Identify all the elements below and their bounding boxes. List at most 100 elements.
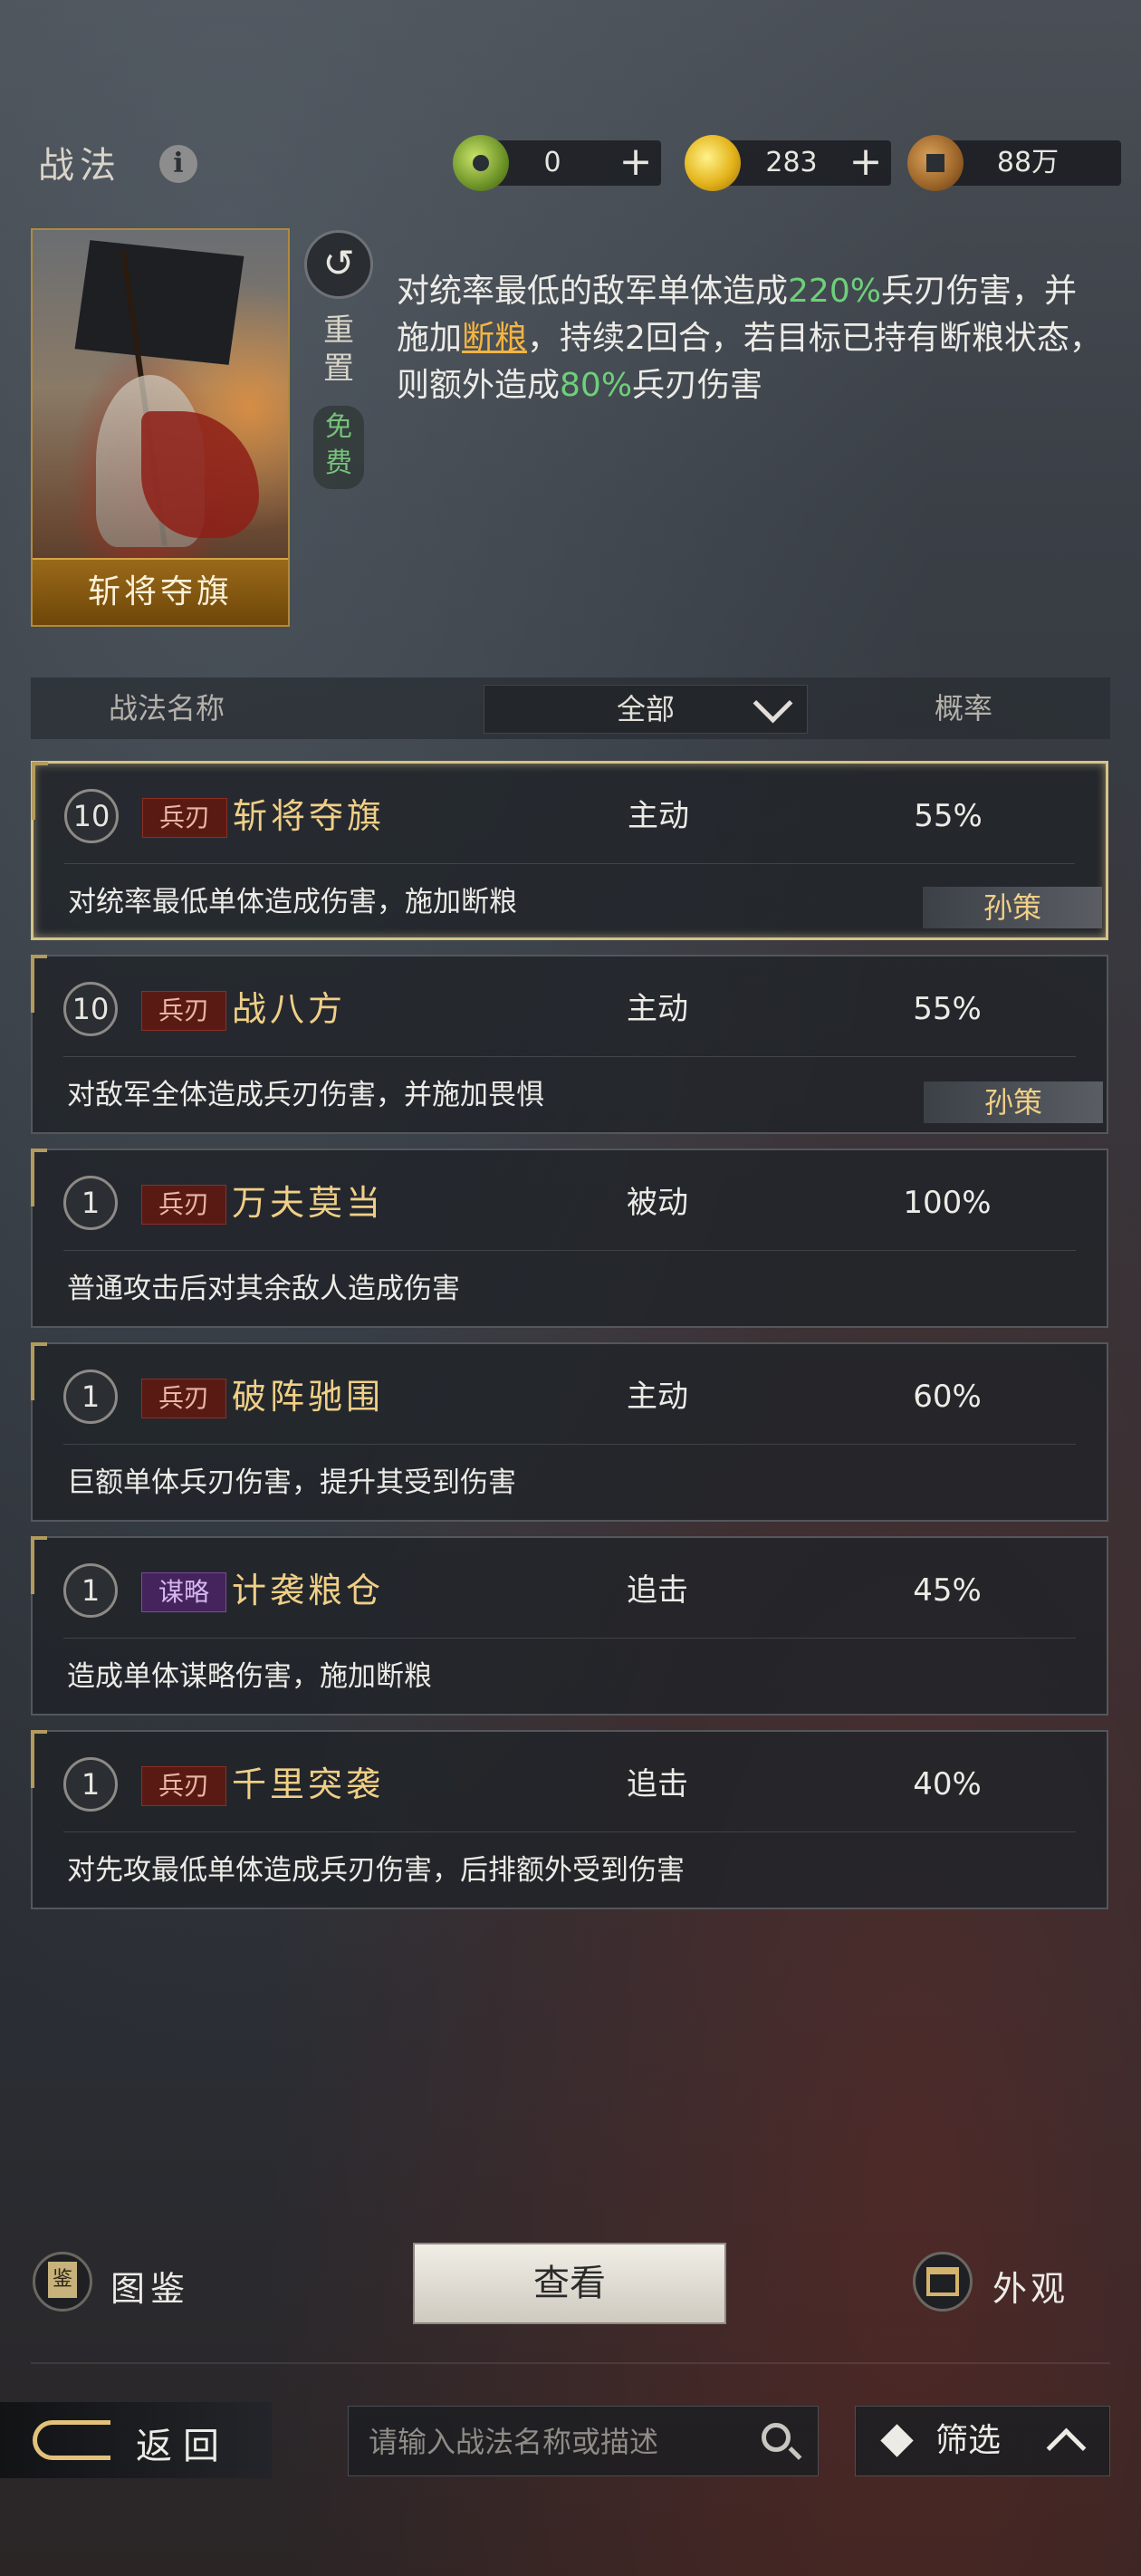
chevron-down-icon (753, 683, 793, 724)
row-divider (63, 1638, 1076, 1639)
tactic-trigger-type: 被动 (627, 1185, 688, 1221)
row-corner-ornament (31, 1536, 47, 1594)
row-corner-ornament (31, 955, 47, 1013)
tactic-probability: 60% (913, 1379, 982, 1415)
tactic-probability: 100% (903, 1185, 992, 1221)
resource-jade: 0 + (453, 135, 661, 191)
tactic-name: 计袭粮仓 (232, 1571, 385, 1610)
info-icon[interactable]: i (159, 145, 197, 183)
tactic-type-tag: 兵刃 (141, 991, 226, 1031)
tactic-name: 万夫莫当 (232, 1183, 385, 1223)
tactic-probability: 55% (914, 798, 983, 834)
row-corner-ornament (32, 762, 48, 820)
resource-gold: 283 + (685, 135, 891, 191)
page-title: 战法 (38, 145, 121, 187)
free-label-text: 免费 (325, 411, 352, 479)
reset-icon[interactable]: ↺ (304, 230, 373, 299)
hero-owner-tag: 孙策 (924, 1081, 1103, 1123)
type-filter-select[interactable]: 全部 (484, 683, 808, 734)
tactic-trigger-type: 主动 (627, 1379, 688, 1415)
tactic-short-desc: 巨额单体兵刃伤害，提升其受到伤害 (67, 1466, 516, 1499)
hero-owner-tag: 孙策 (923, 887, 1102, 928)
search-input[interactable] (367, 2407, 751, 2477)
cape-art (141, 411, 259, 538)
desc-value-highlight: 80% (560, 367, 633, 404)
tactic-type-tag: 兵刃 (141, 1185, 226, 1225)
tactic-level: 1 (63, 1757, 118, 1812)
desc-text: 对统率最低的敌军单体造成 (397, 273, 789, 310)
tactic-row[interactable]: 1 谋略 计袭粮仓 追击 45% 造成单体谋略伤害，施加断粮 (31, 1536, 1108, 1716)
row-divider (64, 863, 1075, 864)
tactic-name: 破阵驰围 (232, 1377, 385, 1417)
codex-label[interactable]: 图鉴 (110, 2261, 190, 2311)
tactic-type-tag: 兵刃 (141, 1766, 226, 1806)
tactic-level: 10 (64, 789, 119, 843)
tactic-probability: 55% (913, 991, 982, 1027)
resource-copper: 88万 (907, 135, 1121, 191)
tactic-level: 10 (63, 982, 118, 1036)
search-box[interactable] (348, 2406, 819, 2477)
jade-coin-icon (453, 135, 509, 191)
desc-status-link[interactable]: 断粮 (462, 320, 527, 357)
tactic-level: 1 (63, 1370, 118, 1424)
row-divider (63, 1831, 1076, 1832)
tactic-short-desc: 对先攻最低单体造成兵刃伤害，后排额外受到伤害 (67, 1854, 685, 1887)
tactic-trigger-type: 主动 (627, 991, 688, 1027)
chevron-up-icon[interactable] (1046, 2427, 1087, 2468)
tactic-probability: 45% (913, 1572, 982, 1609)
tactic-row[interactable]: 10 兵刃 战八方 主动 55% 对敌军全体造成兵刃伤害，并施加畏惧 孙策 (31, 955, 1108, 1134)
bottom-divider (31, 2362, 1110, 2364)
tactic-description: 对统率最低的敌军单体造成220%兵刃伤害，并施加断粮，持续2回合，若目标已持有断… (397, 268, 1103, 409)
copper-coin-icon (907, 135, 964, 191)
banner-art (74, 240, 244, 365)
reset-label[interactable]: 重置 (308, 312, 369, 388)
desc-text: 兵刃伤害 (632, 367, 763, 404)
row-divider (63, 1444, 1076, 1445)
tactic-trigger-type: 主动 (628, 798, 689, 834)
back-arrow-icon[interactable] (33, 2420, 110, 2460)
filter-icon (880, 2424, 914, 2457)
table-header: 战法名称 全部 概率 (31, 678, 1110, 739)
row-corner-ornament (31, 1730, 47, 1788)
gold-ingot-icon (685, 135, 741, 191)
tactic-card[interactable]: 斩将夺旗 (31, 228, 290, 627)
tactic-short-desc: 普通攻击后对其余敌人造成伤害 (67, 1273, 460, 1305)
row-divider (63, 1250, 1076, 1251)
view-button[interactable]: 查看 (413, 2243, 726, 2324)
resource-jade-value: 0 (543, 147, 561, 178)
desc-value-highlight: 220% (788, 273, 881, 310)
tactic-level: 1 (63, 1563, 118, 1618)
tactic-probability: 40% (913, 1766, 982, 1802)
tactic-type-tag: 兵刃 (142, 798, 227, 838)
tactic-name: 千里突袭 (232, 1764, 385, 1804)
tactic-name: 斩将夺旗 (233, 796, 386, 836)
tactic-row[interactable]: 10 兵刃 斩将夺旗 主动 55% 对统率最低单体造成伤害，施加断粮 孙策 (31, 761, 1108, 940)
tactic-name: 战八方 (232, 989, 347, 1029)
book-icon[interactable] (33, 2252, 92, 2312)
tactic-level: 1 (63, 1176, 118, 1230)
tactic-row[interactable]: 1 兵刃 千里突袭 追击 40% 对先攻最低单体造成兵刃伤害，后排额外受到伤害 (31, 1730, 1108, 1909)
add-jade-button[interactable]: + (618, 140, 654, 186)
col-name-header: 战法名称 (108, 691, 225, 726)
filter-label: 筛选 (935, 2422, 1002, 2459)
type-filter-value: 全部 (616, 692, 675, 726)
resource-copper-value: 88万 (996, 147, 1060, 178)
appearance-icon[interactable] (913, 2252, 973, 2312)
filter-button[interactable]: 筛选 (855, 2406, 1110, 2476)
reset-label-text: 重置 (323, 312, 354, 387)
tactic-short-desc: 造成单体谋略伤害，施加断粮 (67, 1660, 432, 1693)
tactic-card-name: 斩将夺旗 (33, 558, 288, 625)
back-label[interactable]: 返回 (136, 2417, 230, 2469)
appearance-label[interactable]: 外观 (992, 2261, 1069, 2311)
tactic-row[interactable]: 1 兵刃 万夫莫当 被动 100% 普通攻击后对其余敌人造成伤害 (31, 1149, 1108, 1328)
tactic-row[interactable]: 1 兵刃 破阵驰围 主动 60% 巨额单体兵刃伤害，提升其受到伤害 (31, 1342, 1108, 1522)
search-icon[interactable] (762, 2423, 791, 2452)
col-prob-header: 概率 (934, 691, 992, 726)
tactic-short-desc: 对统率最低单体造成伤害，施加断粮 (68, 886, 517, 918)
tactic-short-desc: 对敌军全体造成兵刃伤害，并施加畏惧 (67, 1079, 544, 1111)
tactic-trigger-type: 追击 (627, 1766, 688, 1802)
row-divider (63, 1056, 1076, 1057)
free-badge: 免费 (313, 406, 364, 489)
resource-gold-value: 283 (765, 147, 818, 178)
add-gold-button[interactable]: + (848, 140, 884, 186)
